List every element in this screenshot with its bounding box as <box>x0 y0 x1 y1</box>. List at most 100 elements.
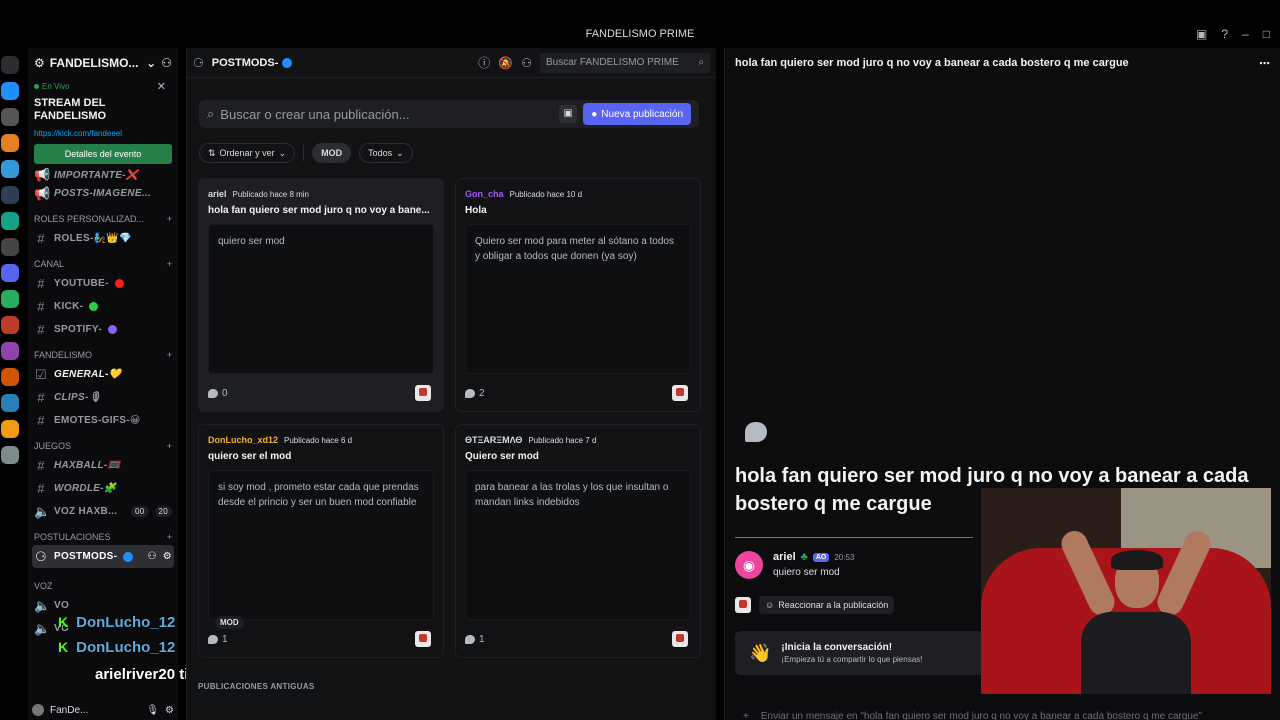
category-header[interactable]: CANAL + <box>28 250 178 272</box>
blue-dot-icon <box>123 551 134 562</box>
message-author[interactable]: ariel <box>773 551 796 563</box>
gear-icon[interactable]: ⚙ <box>165 705 174 716</box>
channel-item[interactable]: # CLIPS-🎙 <box>28 386 178 409</box>
category-header[interactable]: VOZ <box>28 568 178 594</box>
server-icon[interactable] <box>1 290 19 308</box>
channel-item[interactable]: 📢 IMPORTANTE-❌ <box>28 168 178 182</box>
channel-item[interactable]: # EMOTES-GIFS-😀 <box>28 409 178 432</box>
post-time: Publicado hace 10 d <box>509 190 583 199</box>
add-channel-icon[interactable]: + <box>167 441 172 451</box>
category-header[interactable]: POSTULACIONES + <box>28 523 178 545</box>
more-options-icon[interactable]: ⋯ <box>1259 57 1270 70</box>
post-card[interactable]: ΘΤΞΑRΞΜΛΘ Publicado hace 7 d Quiero ser m… <box>455 424 701 658</box>
post-card[interactable]: DonLucho_xd12 Publicado hace 6 d quiero s… <box>198 424 444 658</box>
stream-overlay-name: K DonLucho_12 <box>58 614 176 631</box>
server-icon[interactable] <box>1 108 19 126</box>
category-header[interactable]: JUEGOS + <box>28 432 178 454</box>
reply-count: 0 <box>222 387 228 399</box>
reaction-row: ☺ Reaccionar a la publicación <box>735 596 895 614</box>
live-event-card: En Vivo ✕ STREAM DEL FANDELISMO https://… <box>34 80 172 164</box>
message-composer[interactable]: + Enviar un mensaje en "hola fan quiero … <box>731 704 1275 720</box>
start-conversation-card: 👋 ¡Inicia la conversación! ¡Empieza tú a… <box>735 631 995 675</box>
server-icon[interactable] <box>1 420 19 438</box>
channel-item[interactable]: 📢 POSTS-IMAGENE... <box>28 182 178 205</box>
avatar <box>672 631 688 647</box>
thread-header-title: hola fan quiero ser mod juro q no voy a … <box>735 57 1129 69</box>
post-preview: quiero ser mod <box>208 224 434 374</box>
add-channel-icon[interactable]: + <box>167 214 172 224</box>
server-search-input[interactable]: Buscar FANDELISMO PRIME ⌕ <box>540 52 710 73</box>
sort-icon: ⇅ <box>208 147 216 158</box>
member-icon[interactable]: ⚇ <box>147 551 156 562</box>
react-post-button[interactable]: ☺ Reaccionar a la publicación <box>759 596 895 614</box>
server-icon[interactable] <box>1 82 19 100</box>
voice-channel-item[interactable]: 🔈 VOZ HAXB... 00 20 <box>28 500 178 523</box>
rules-channel-icon: ☑ <box>35 366 47 382</box>
channel-item[interactable]: # WORDLE-🧩 <box>28 477 178 500</box>
mute-bell-icon[interactable]: 🔕 <box>498 56 513 70</box>
server-icon[interactable] <box>1 186 19 204</box>
minimize-icon[interactable]: – <box>1242 27 1249 41</box>
server-icon[interactable] <box>1 264 19 282</box>
server-icon[interactable] <box>1 446 19 464</box>
sort-view-dropdown[interactable]: ⇅ Ordenar y ver ⌄ <box>199 143 296 163</box>
cta-title: ¡Inicia la conversación! <box>781 642 893 653</box>
server-icon[interactable] <box>1 160 19 178</box>
user-limit-badge: 20 <box>154 506 172 517</box>
close-icon[interactable]: ✕ <box>157 80 166 93</box>
post-card[interactable]: Gon_cha Publicado hace 10 d Hola Quiero s… <box>455 178 701 412</box>
tag-filter-mod[interactable]: MOD <box>312 143 352 163</box>
add-member-icon[interactable]: ⚇ <box>161 56 172 70</box>
help-icon[interactable]: ? <box>1221 27 1228 41</box>
channel-item[interactable]: ☑ GENERAL-💛 <box>28 363 178 386</box>
avatar[interactable] <box>32 704 44 716</box>
category-header[interactable]: ROLES PERSONALIZAD... + <box>28 205 178 227</box>
plus-icon[interactable]: + <box>743 711 749 720</box>
members-icon[interactable]: ⚇ <box>521 56 532 70</box>
all-tags-dropdown[interactable]: Todos ⌄ <box>359 143 413 163</box>
post-time: Publicado hace 6 d <box>284 436 353 445</box>
server-shield-icon: ⚙ <box>34 56 45 70</box>
info-icon[interactable]: ⓘ <box>478 54 490 71</box>
chat-bubble-icon: ● <box>591 108 598 120</box>
server-icon[interactable] <box>1 56 19 74</box>
server-header[interactable]: ⚙ FANDELISMO... ⌄ ⚇ <box>28 48 178 78</box>
server-icon[interactable] <box>1 212 19 230</box>
channel-item-postmods[interactable]: ⚆ POSTMODS- ⚇ ⚙ <box>32 545 174 568</box>
window-controls: ▣ ? – □ <box>1196 27 1270 41</box>
announcement-icon: 📢 <box>34 185 51 201</box>
category-header[interactable]: FANDELISMO + <box>28 341 178 363</box>
post-search-input[interactable]: ⌕ Buscar o crear una publicación... ▣ ● … <box>199 100 699 128</box>
reply-count: 1 <box>222 633 228 645</box>
add-channel-icon[interactable]: + <box>167 532 172 542</box>
server-icon[interactable] <box>1 368 19 386</box>
microphone-icon[interactable]: 🎙 <box>146 705 159 716</box>
add-channel-icon[interactable]: + <box>167 259 172 269</box>
text-channel-icon: # <box>37 322 45 337</box>
server-icon[interactable] <box>1 238 19 256</box>
server-icon[interactable] <box>1 316 19 334</box>
channel-item[interactable]: # SPOTIFY- <box>28 318 178 341</box>
purple-dot-icon <box>107 325 117 334</box>
forum-channel-icon: ⚆ <box>35 548 47 564</box>
channel-item[interactable]: # HAXBALL-🥅 <box>28 454 178 477</box>
avatar[interactable]: ◉ <box>735 551 763 579</box>
channel-item[interactable]: # YOUTUBE- <box>28 272 178 295</box>
post-time: Publicado hace 8 min <box>232 190 310 199</box>
new-post-button[interactable]: ● Nueva publicación <box>583 103 691 125</box>
server-icon[interactable] <box>1 394 19 412</box>
server-icon[interactable] <box>1 342 19 360</box>
post-card[interactable]: ariel Publicado hace 8 min hola fan quier… <box>198 178 444 412</box>
image-icon[interactable]: ▣ <box>559 105 578 123</box>
add-channel-icon[interactable]: + <box>167 350 172 360</box>
user-name: FanDe... <box>50 704 89 716</box>
event-link[interactable]: https://kick.com/fandeeel <box>34 129 172 138</box>
event-details-button[interactable]: Detalles del evento <box>34 144 172 164</box>
server-icon[interactable] <box>1 134 19 152</box>
inbox-icon[interactable]: ▣ <box>1196 27 1207 41</box>
channel-item[interactable]: # ROLES-🧞👑💎 <box>28 227 178 250</box>
channel-item[interactable]: # KICK- <box>28 295 178 318</box>
gear-icon[interactable]: ⚙ <box>163 551 172 562</box>
reply-count: 2 <box>479 387 485 399</box>
maximize-icon[interactable]: □ <box>1263 27 1270 41</box>
